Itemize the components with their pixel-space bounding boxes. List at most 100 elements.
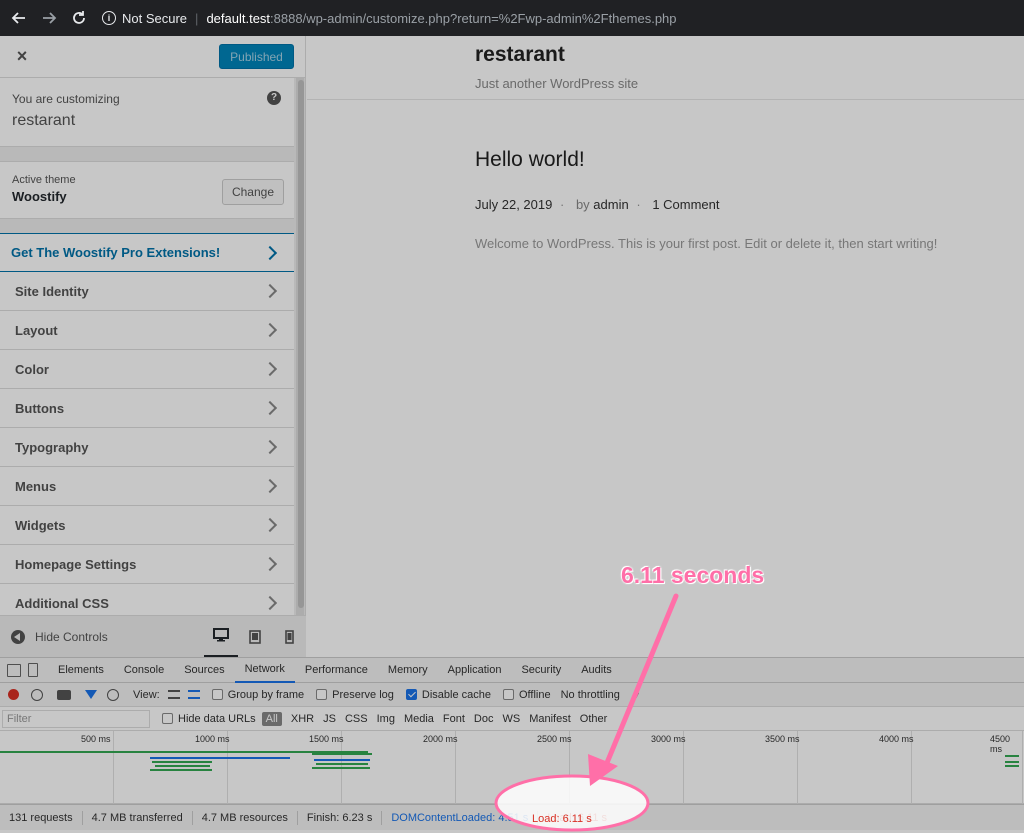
clear-icon[interactable]: [31, 688, 43, 701]
filter-type-manifest[interactable]: Manifest: [529, 713, 571, 725]
timeline-tick-label: 2500 ms: [537, 734, 572, 744]
panel-additional-css[interactable]: Additional CSS: [0, 584, 294, 615]
waterfall-bar: [1005, 765, 1019, 767]
close-customizer-button[interactable]: ×: [12, 46, 32, 66]
customizer-sidebar: × Published You are customizing restaran…: [0, 36, 306, 658]
timeline-tick-label: 1500 ms: [309, 734, 344, 744]
hide-data-urls-checkbox[interactable]: [162, 713, 173, 724]
network-overview-timeline[interactable]: 500 ms 1000 ms 1500 ms 2000 ms 2500 ms 3000 m…: [0, 731, 1024, 804]
chevron-right-icon: [262, 400, 278, 416]
tablet-preview-button[interactable]: [238, 616, 272, 658]
screenshot-capture-icon[interactable]: [57, 689, 71, 700]
collapse-arrow-icon[interactable]: [11, 629, 25, 644]
disable-cache-checkbox[interactable]: [405, 689, 417, 700]
panel-label: Layout: [15, 322, 58, 338]
waterfall-bar: [150, 769, 212, 771]
filter-input[interactable]: Filter: [2, 709, 150, 728]
back-button[interactable]: [8, 7, 30, 29]
panel-layout[interactable]: Layout: [0, 311, 294, 350]
meta-dot: ·: [636, 197, 641, 212]
devtools-tab-network[interactable]: Network: [234, 658, 295, 683]
filter-type-xhr[interactable]: XHR: [291, 713, 314, 725]
preserve-log-label: Preserve log: [332, 688, 394, 701]
disable-cache-label: Disable cache: [421, 688, 491, 701]
devtools-tabs: Elements Console Sources Network Performance…: [0, 658, 1024, 683]
post-excerpt: Welcome to WordPress. This is your first…: [475, 236, 938, 251]
filter-icon[interactable]: [85, 690, 97, 699]
chevron-right-icon: [262, 478, 278, 494]
dropdown-arrow-icon[interactable]: ▼: [632, 690, 641, 700]
waterfall-bar: [1005, 755, 1019, 757]
post-comments-link[interactable]: 1 Comment: [652, 197, 719, 212]
throttling-select[interactable]: No throttling: [561, 689, 620, 701]
waterfall-bar: [314, 759, 370, 761]
url-path: :8888/wp-admin/customize.php?return=%2Fw…: [270, 10, 677, 26]
not-secure-label: Not Secure: [122, 10, 188, 26]
filter-type-media[interactable]: Media: [404, 713, 434, 725]
browser-toolbar: i Not Secure | default.test :8888/wp-adm…: [0, 0, 1024, 36]
waterfall-bar: [1005, 761, 1019, 763]
timeline-tick-label: 500 ms: [81, 734, 111, 744]
desktop-preview-button[interactable]: [204, 616, 238, 658]
devtools-tab-security[interactable]: Security: [511, 658, 571, 683]
hide-controls-button[interactable]: Hide Controls: [35, 630, 108, 644]
filter-type-other[interactable]: Other: [580, 713, 608, 725]
network-status-bar: 131 requests 4.7 MB transferred 4.7 MB r…: [0, 804, 1024, 830]
filter-type-img[interactable]: Img: [377, 713, 395, 725]
devtools-tab-audits[interactable]: Audits: [571, 658, 622, 683]
filter-type-font[interactable]: Font: [443, 713, 465, 725]
address-bar[interactable]: i Not Secure | default.test :8888/wp-adm…: [102, 5, 1016, 31]
offline-label: Offline: [518, 688, 551, 701]
change-theme-button[interactable]: Change: [222, 179, 284, 205]
panel-widgets[interactable]: Widgets: [0, 506, 294, 545]
devtools-tab-elements[interactable]: Elements: [48, 658, 114, 683]
forward-button[interactable]: [38, 7, 60, 29]
large-rows-icon[interactable]: [167, 690, 180, 699]
panel-label: Site Identity: [15, 283, 89, 299]
mobile-preview-button[interactable]: [272, 616, 306, 658]
chevron-right-icon: [262, 439, 278, 455]
panel-buttons[interactable]: Buttons: [0, 389, 294, 428]
panel-typography[interactable]: Typography: [0, 428, 294, 467]
preserve-log-checkbox[interactable]: [316, 689, 328, 700]
search-icon[interactable]: [107, 688, 119, 701]
devtools-tab-memory[interactable]: Memory: [378, 658, 438, 683]
meta-dot: ·: [559, 197, 565, 212]
devtools-tab-application[interactable]: Application: [438, 658, 512, 683]
devtools-tab-console[interactable]: Console: [114, 658, 174, 683]
waterfall-icon[interactable]: [187, 690, 200, 699]
post-title[interactable]: Hello world!: [475, 148, 585, 172]
device-toolbar-icon[interactable]: [28, 663, 38, 677]
post-author[interactable]: admin: [593, 197, 628, 212]
woostify-pro-item[interactable]: Get The Woostify Pro Extensions!: [0, 233, 294, 272]
filter-type-js[interactable]: JS: [323, 713, 336, 725]
panel-site-identity[interactable]: Site Identity: [0, 272, 294, 311]
offline-checkbox[interactable]: [502, 689, 514, 700]
post-date[interactable]: July 22, 2019: [475, 197, 552, 212]
filter-type-ws[interactable]: WS: [502, 713, 520, 725]
customizer-header: × Published: [0, 36, 305, 78]
panel-homepage-settings[interactable]: Homepage Settings: [0, 545, 294, 584]
sidebar-scroll-thumb[interactable]: [298, 80, 304, 608]
publish-button[interactable]: Published: [219, 44, 294, 69]
record-icon[interactable]: [8, 689, 19, 700]
group-by-frame-checkbox[interactable]: [211, 689, 223, 700]
timeline-tick-label: 4500 ms: [990, 734, 1011, 754]
panel-color[interactable]: Color: [0, 350, 294, 389]
filter-type-doc[interactable]: Doc: [474, 713, 494, 725]
reload-button[interactable]: [68, 7, 90, 29]
filter-type-css[interactable]: CSS: [345, 713, 368, 725]
dom-content-loaded-time: DOMContentLoaded: 4.51 s: [382, 810, 539, 825]
customizer-footer: Hide Controls: [0, 615, 306, 658]
filter-type-all[interactable]: All: [261, 711, 282, 726]
help-icon[interactable]: ?: [267, 91, 281, 105]
panel-menus[interactable]: Menus: [0, 467, 294, 506]
chevron-right-icon: [262, 517, 278, 533]
site-title[interactable]: restarant: [475, 43, 565, 67]
info-icon[interactable]: i: [102, 11, 116, 25]
devtools-tab-performance[interactable]: Performance: [295, 658, 378, 683]
inspect-element-icon[interactable]: [7, 663, 21, 677]
devtools-tab-sources[interactable]: Sources: [174, 658, 234, 683]
panel-label: Color: [15, 361, 49, 377]
waterfall-bar: [152, 761, 212, 763]
